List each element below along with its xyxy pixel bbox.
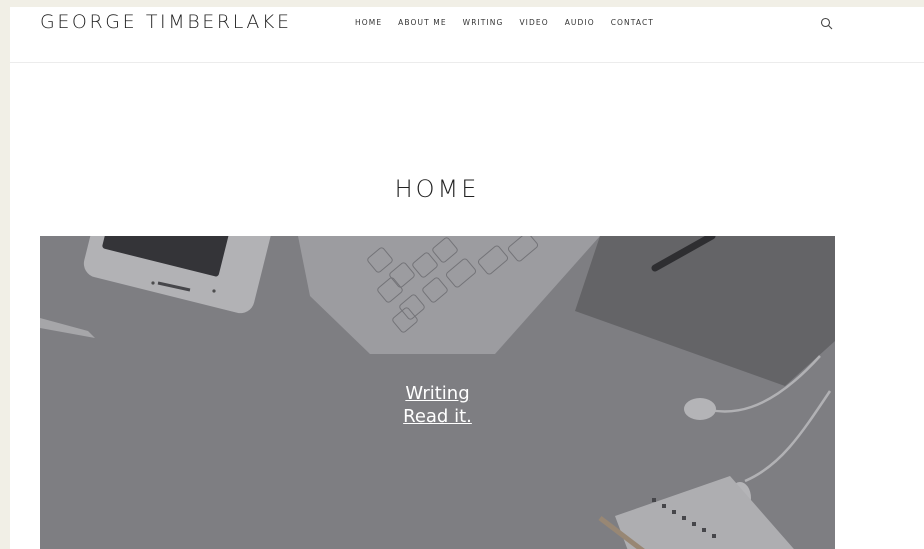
nav-item-about-me[interactable]: ABOUT ME	[398, 18, 447, 27]
hero-link-writing[interactable]: Writing	[40, 382, 835, 405]
nav-item-writing[interactable]: WRITING	[463, 18, 504, 27]
site-title[interactable]: GEORGE TIMBERLAKE	[40, 11, 292, 33]
page-title: HOME	[394, 175, 480, 203]
search-icon[interactable]	[820, 16, 834, 30]
site-header: GEORGE TIMBERLAKE HOME ABOUT ME WRITING …	[10, 7, 924, 63]
nav-item-home[interactable]: HOME	[355, 18, 382, 27]
nav-item-audio[interactable]: AUDIO	[565, 18, 595, 27]
main-nav: HOME ABOUT ME WRITING VIDEO AUDIO CONTAC…	[355, 18, 654, 27]
page: GEORGE TIMBERLAKE HOME ABOUT ME WRITING …	[10, 7, 924, 549]
hero-link-read-it[interactable]: Read it.	[40, 405, 835, 428]
hero-caption: Writing Read it.	[40, 382, 835, 428]
nav-item-video[interactable]: VIDEO	[519, 18, 548, 27]
hero-banner[interactable]: Writing Read it.	[40, 236, 835, 549]
nav-item-contact[interactable]: CONTACT	[611, 18, 654, 27]
